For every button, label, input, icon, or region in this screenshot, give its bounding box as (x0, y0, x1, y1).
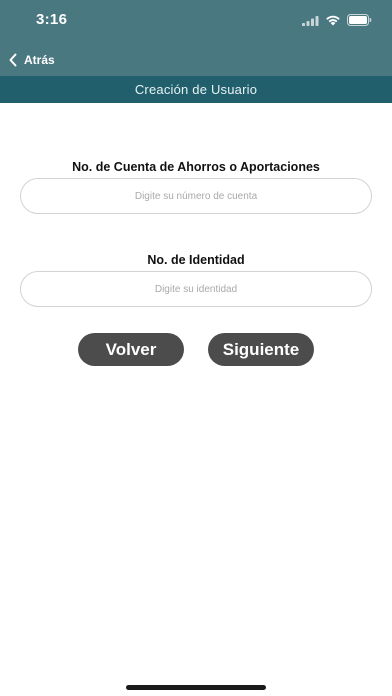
back-nav-button[interactable]: Atrás (8, 50, 55, 70)
identity-number-input[interactable] (20, 271, 372, 307)
home-indicator[interactable] (126, 685, 266, 690)
back-nav-label: Atrás (24, 53, 55, 67)
page-header: Creación de Usuario (0, 76, 392, 103)
nav-bar: Atrás (0, 44, 392, 74)
next-button[interactable]: Siguiente (208, 333, 314, 366)
status-icons (302, 13, 372, 27)
cellular-signal-icon (302, 15, 319, 26)
battery-icon (347, 14, 372, 26)
top-bar: 3:16 Atrás (0, 0, 392, 76)
chevron-left-icon (9, 53, 17, 67)
identity-number-label: No. de Identidad (147, 253, 245, 267)
account-number-input[interactable] (20, 178, 372, 214)
back-button[interactable]: Volver (78, 333, 184, 366)
wifi-icon (326, 15, 340, 25)
account-number-label: No. de Cuenta de Ahorros o Aportaciones (72, 160, 320, 174)
page-title: Creación de Usuario (134, 82, 258, 97)
status-time: 3:16 (36, 11, 68, 28)
status-bar: 3:16 (0, 0, 392, 40)
